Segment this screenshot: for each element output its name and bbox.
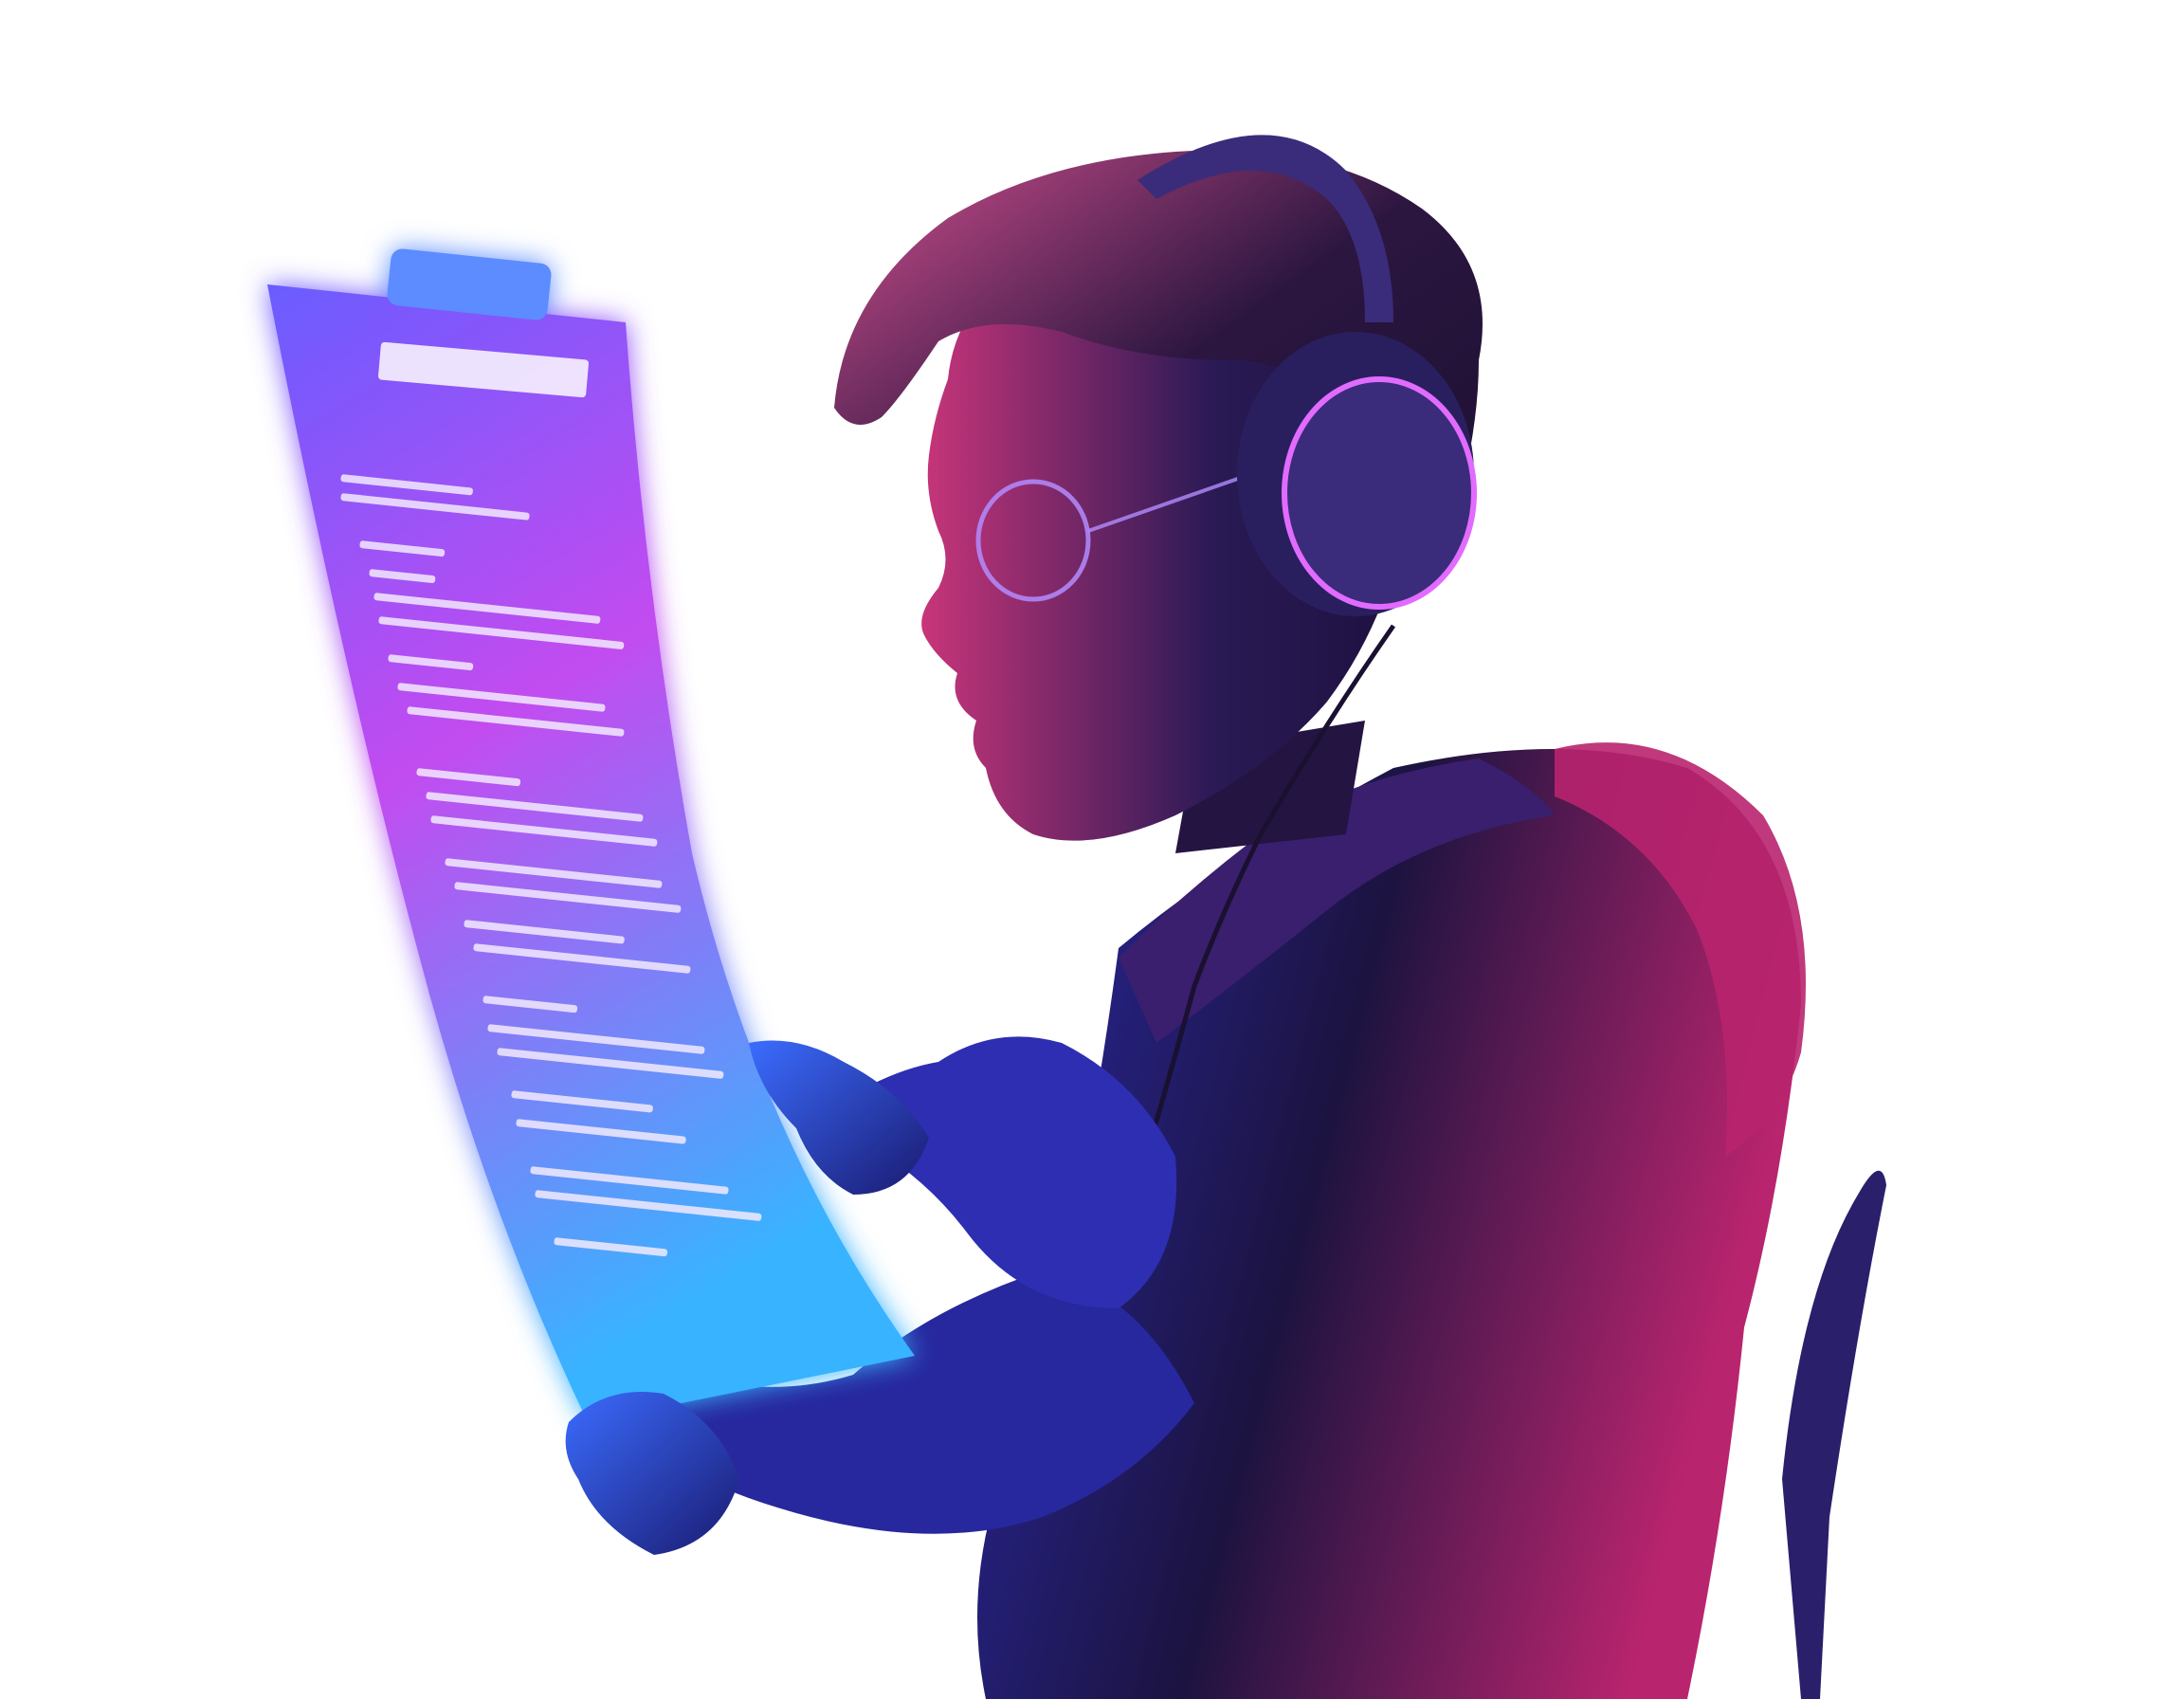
illustration-stage: [0, 0, 2184, 1699]
person-with-holographic-document: [267, 135, 1886, 1699]
chair-back: [1782, 1170, 1886, 1699]
